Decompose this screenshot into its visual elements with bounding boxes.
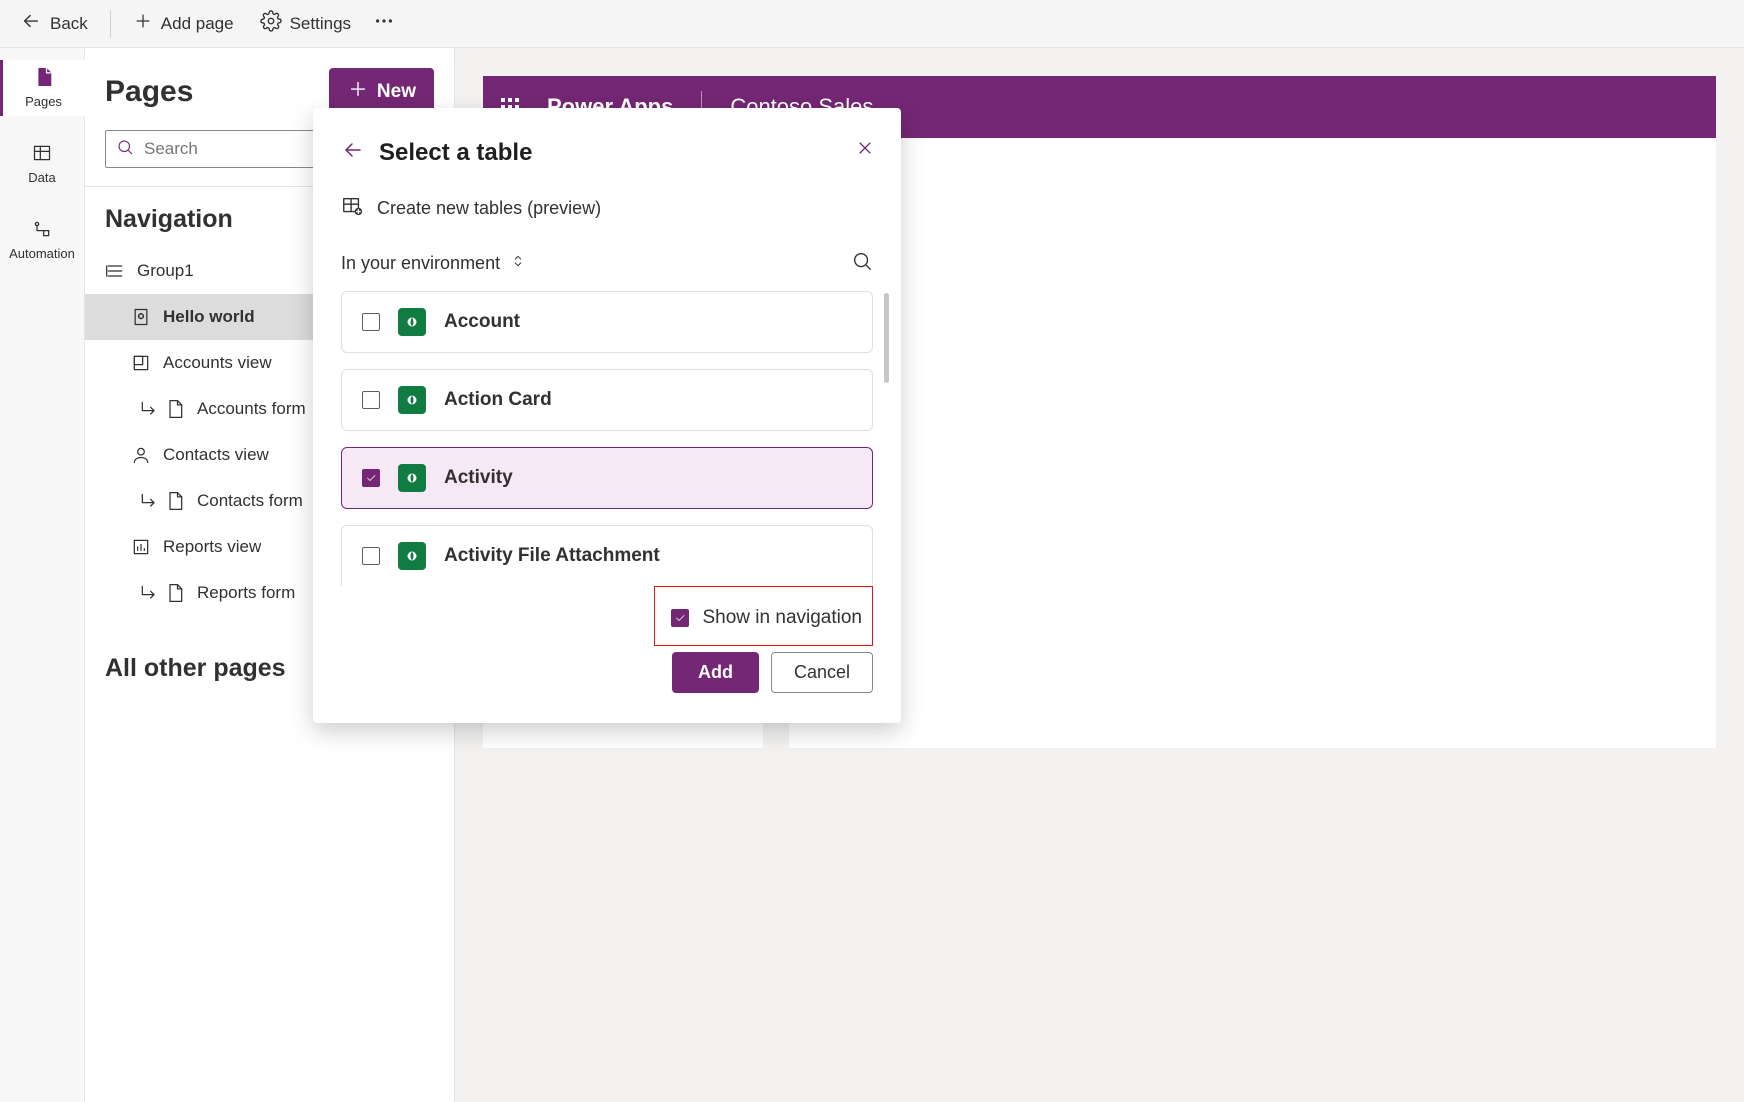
back-button[interactable]: Back: [12, 6, 96, 41]
top-command-bar: Back Add page Settings: [0, 0, 1744, 48]
modal-title: Select a table: [379, 139, 532, 167]
new-table-icon: [341, 195, 363, 222]
rail-data-label: Data: [28, 170, 55, 185]
settings-label: Settings: [290, 14, 351, 34]
left-rail: Pages Data Automation: [0, 48, 85, 1102]
back-label: Back: [50, 14, 88, 34]
close-button[interactable]: [855, 138, 875, 163]
gear-icon: [260, 10, 282, 37]
table-name: Activity: [444, 467, 513, 489]
custom-page-icon: [131, 307, 151, 327]
table-name: Action Card: [444, 389, 552, 411]
table-name: Account: [444, 311, 520, 333]
more-button[interactable]: [369, 6, 403, 41]
cancel-button[interactable]: Cancel: [771, 652, 873, 693]
nav-item-label: Contacts form: [197, 491, 303, 511]
search-icon: [116, 138, 134, 161]
highlight-annotation: Show in navigation: [654, 586, 874, 646]
pages-title: Pages: [105, 75, 193, 109]
plus-icon: [347, 78, 369, 106]
nav-item-label: Accounts form: [197, 399, 306, 419]
nav-item-label: Contacts view: [163, 445, 269, 465]
rail-automation-label: Automation: [9, 246, 75, 261]
rail-pages-label: Pages: [25, 94, 62, 109]
select-table-dialog: Select a table Create new tables (previe…: [313, 108, 901, 723]
subitem-arrow-icon: [139, 583, 159, 603]
modal-header: Select a table: [341, 138, 873, 167]
nav-item-label: Hello world: [163, 307, 255, 327]
view-icon: [131, 353, 151, 373]
checkbox[interactable]: [671, 609, 689, 627]
table-item-activity[interactable]: Activity: [341, 447, 873, 509]
scrollbar[interactable]: [884, 293, 889, 383]
back-arrow-icon: [20, 10, 42, 37]
table-name: Activity File Attachment: [444, 545, 660, 567]
checkbox[interactable]: [362, 547, 380, 565]
nav-item-label: Accounts view: [163, 353, 272, 373]
form-icon: [165, 583, 185, 603]
settings-button[interactable]: Settings: [252, 6, 359, 41]
subitem-arrow-icon: [139, 491, 159, 511]
reports-icon: [131, 537, 151, 557]
create-new-label: Create new tables (preview): [377, 198, 601, 219]
dataverse-icon: [398, 308, 426, 336]
dataverse-icon: [398, 386, 426, 414]
env-label: In your environment: [341, 253, 500, 274]
nav-item-label: Reports view: [163, 537, 261, 557]
dataverse-icon: [398, 542, 426, 570]
form-icon: [165, 491, 185, 511]
dataverse-icon: [398, 464, 426, 492]
table-list: Account Action Card Activity Activity Fi…: [341, 291, 873, 586]
rail-pages[interactable]: Pages: [0, 60, 85, 116]
add-page-button[interactable]: Add page: [125, 7, 242, 40]
table-item-account[interactable]: Account: [341, 291, 873, 353]
nav-item-label: Reports form: [197, 583, 295, 603]
modal-footer: Show in navigation Add Cancel: [341, 586, 873, 693]
back-arrow-icon[interactable]: [341, 138, 365, 167]
form-icon: [165, 399, 185, 419]
sort-icon[interactable]: [510, 253, 526, 274]
checkbox[interactable]: [362, 391, 380, 409]
table-item-action-card[interactable]: Action Card: [341, 369, 873, 431]
contact-icon: [131, 445, 151, 465]
show-in-navigation[interactable]: Show in navigation: [671, 593, 863, 639]
environment-row: In your environment: [341, 250, 873, 277]
plus-icon: [133, 11, 153, 36]
checkbox[interactable]: [362, 469, 380, 487]
search-icon[interactable]: [851, 250, 873, 277]
more-icon: [373, 10, 395, 37]
group-label: Group1: [137, 261, 194, 281]
flow-icon: [32, 219, 52, 242]
subitem-arrow-icon: [139, 399, 159, 419]
new-label: New: [377, 81, 416, 103]
show-nav-label: Show in navigation: [703, 607, 863, 629]
add-page-label: Add page: [161, 14, 234, 34]
rail-data[interactable]: Data: [0, 136, 85, 192]
divider: [110, 10, 111, 38]
rail-automation[interactable]: Automation: [0, 212, 85, 268]
page-icon: [34, 67, 54, 90]
create-new-tables[interactable]: Create new tables (preview): [341, 195, 873, 222]
add-button[interactable]: Add: [672, 652, 759, 693]
group-icon: [105, 261, 125, 281]
table-item-activity-file-attachment[interactable]: Activity File Attachment: [341, 525, 873, 586]
table-icon: [32, 143, 52, 166]
checkbox[interactable]: [362, 313, 380, 331]
